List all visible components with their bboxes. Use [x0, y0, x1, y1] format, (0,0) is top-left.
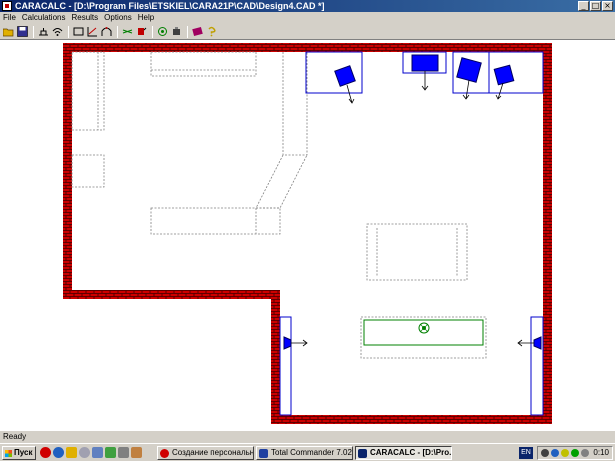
speaker-arrow — [421, 71, 429, 91]
toolbar-separator — [33, 25, 34, 38]
language-indicator[interactable]: EN — [519, 447, 533, 459]
menu-file[interactable]: File — [0, 12, 19, 24]
speaker-box-left[interactable] — [279, 316, 292, 416]
opera-icon — [160, 449, 169, 458]
disk-icon[interactable] — [118, 447, 129, 458]
room-walls[interactable] — [63, 43, 552, 424]
toolbar-separator — [152, 25, 153, 38]
close-button[interactable]: × — [602, 1, 613, 11]
open-icon[interactable] — [2, 26, 14, 38]
rectangle-icon[interactable] — [72, 26, 84, 38]
drawing-canvas[interactable] — [0, 41, 615, 430]
settings-icon[interactable] — [131, 447, 142, 458]
task-label: Total Commander 7.02a -... — [271, 448, 352, 457]
app-tray-icon[interactable] — [581, 449, 589, 457]
speaker-box-right[interactable] — [530, 316, 544, 416]
wall-left[interactable] — [63, 43, 72, 299]
listener-icon[interactable] — [135, 26, 147, 38]
menu-results[interactable]: Results — [68, 12, 101, 24]
furniture-top-cabinet[interactable] — [150, 51, 257, 77]
speaker-icon[interactable] — [334, 65, 356, 87]
folder-icon[interactable] — [66, 447, 77, 458]
window-controls: _ □ × — [578, 1, 613, 11]
menu-calculations[interactable]: Calculations — [19, 12, 69, 24]
speaker-icon[interactable] — [283, 336, 292, 350]
dipole-icon[interactable] — [121, 26, 133, 38]
total-commander-icon — [259, 449, 268, 458]
ie-icon[interactable] — [53, 447, 64, 458]
task-button[interactable]: Создание персональны... — [157, 446, 254, 460]
status-bar: Ready — [0, 430, 615, 443]
speaker-arrow — [462, 79, 470, 100]
arrow-icon[interactable] — [541, 449, 549, 457]
speaker-icon[interactable] — [456, 57, 482, 83]
speaker-icon[interactable] — [493, 64, 515, 86]
speaker-icon[interactable] — [411, 54, 439, 72]
clock[interactable]: 0:10 — [593, 447, 609, 459]
wall-top[interactable] — [63, 43, 552, 52]
task-label: CARACALC - [D:\Pro... — [370, 448, 452, 457]
furniture-table[interactable] — [366, 223, 468, 281]
menu-options[interactable]: Options — [101, 12, 135, 24]
taskbar: Пуск Создание персональны... Total Comma… — [0, 443, 615, 461]
object-icon[interactable] — [170, 26, 182, 38]
task-button[interactable]: Total Commander 7.02a -... — [256, 446, 353, 460]
furniture-sofa[interactable] — [255, 52, 308, 209]
menu-help[interactable]: Help — [135, 12, 157, 24]
toolbar-separator — [68, 25, 69, 38]
window-title: CARACALC - [D:\Program Files\ETSKIEL\CAR… — [15, 1, 325, 11]
task-label: Создание персональны... — [172, 448, 254, 457]
listener-icon-arm — [419, 323, 429, 333]
speaker-arrow — [517, 339, 534, 347]
network-icon[interactable] — [551, 449, 559, 457]
start-button[interactable]: Пуск — [2, 446, 36, 460]
wall-right[interactable] — [543, 43, 552, 424]
minimize-button[interactable]: _ — [578, 1, 589, 11]
help-icon[interactable] — [205, 26, 217, 38]
speaker-box-1[interactable] — [305, 51, 363, 94]
tray-icons — [541, 449, 589, 457]
speakers[interactable] — [279, 51, 544, 416]
antivirus-icon[interactable] — [571, 449, 579, 457]
furniture-table-edges — [376, 228, 458, 276]
toolbar-separator — [117, 25, 118, 38]
volume-icon[interactable] — [561, 449, 569, 457]
app-icon[interactable] — [92, 447, 103, 458]
opera-icon[interactable] — [40, 447, 51, 458]
speaker-icon[interactable] — [51, 26, 63, 38]
menu-bar: File Calculations Results Options Help — [0, 12, 615, 24]
listener-area[interactable] — [363, 319, 484, 346]
system-tray: 0:10 — [537, 446, 613, 460]
furniture-left-box[interactable] — [71, 154, 105, 188]
speaker-arrow — [291, 339, 308, 347]
toolbar — [0, 24, 615, 40]
room-plan[interactable] — [0, 41, 615, 430]
status-text: Ready — [3, 432, 27, 441]
target-icon[interactable] — [156, 26, 168, 38]
save-icon[interactable] — [16, 26, 28, 38]
quick-launch — [40, 447, 142, 458]
maximize-button[interactable]: □ — [590, 1, 601, 11]
wall-bottom[interactable] — [271, 415, 552, 424]
media-icon[interactable] — [105, 447, 116, 458]
toolbar-separator — [187, 25, 188, 38]
wall-step-horizontal[interactable] — [63, 290, 280, 299]
arc-icon[interactable] — [100, 26, 112, 38]
furniture-left-shelf[interactable] — [71, 51, 105, 131]
wall-step-vertical[interactable] — [271, 290, 280, 424]
book-icon[interactable] — [191, 26, 203, 38]
title-bar: CARACALC - [D:\Program Files\ETSKIEL\CAR… — [0, 0, 615, 12]
room-icon[interactable] — [37, 26, 49, 38]
task-button[interactable]: CARACALC - [D:\Pro... — [355, 446, 452, 460]
caracalc-icon — [358, 449, 367, 458]
app-icon[interactable] — [2, 1, 12, 11]
furniture-couch[interactable] — [150, 207, 281, 235]
cd-icon[interactable] — [79, 447, 90, 458]
wall-icon[interactable] — [86, 26, 98, 38]
speaker-icon[interactable] — [533, 336, 542, 350]
speaker-arrow — [346, 84, 355, 104]
speaker-arrow — [495, 82, 504, 100]
